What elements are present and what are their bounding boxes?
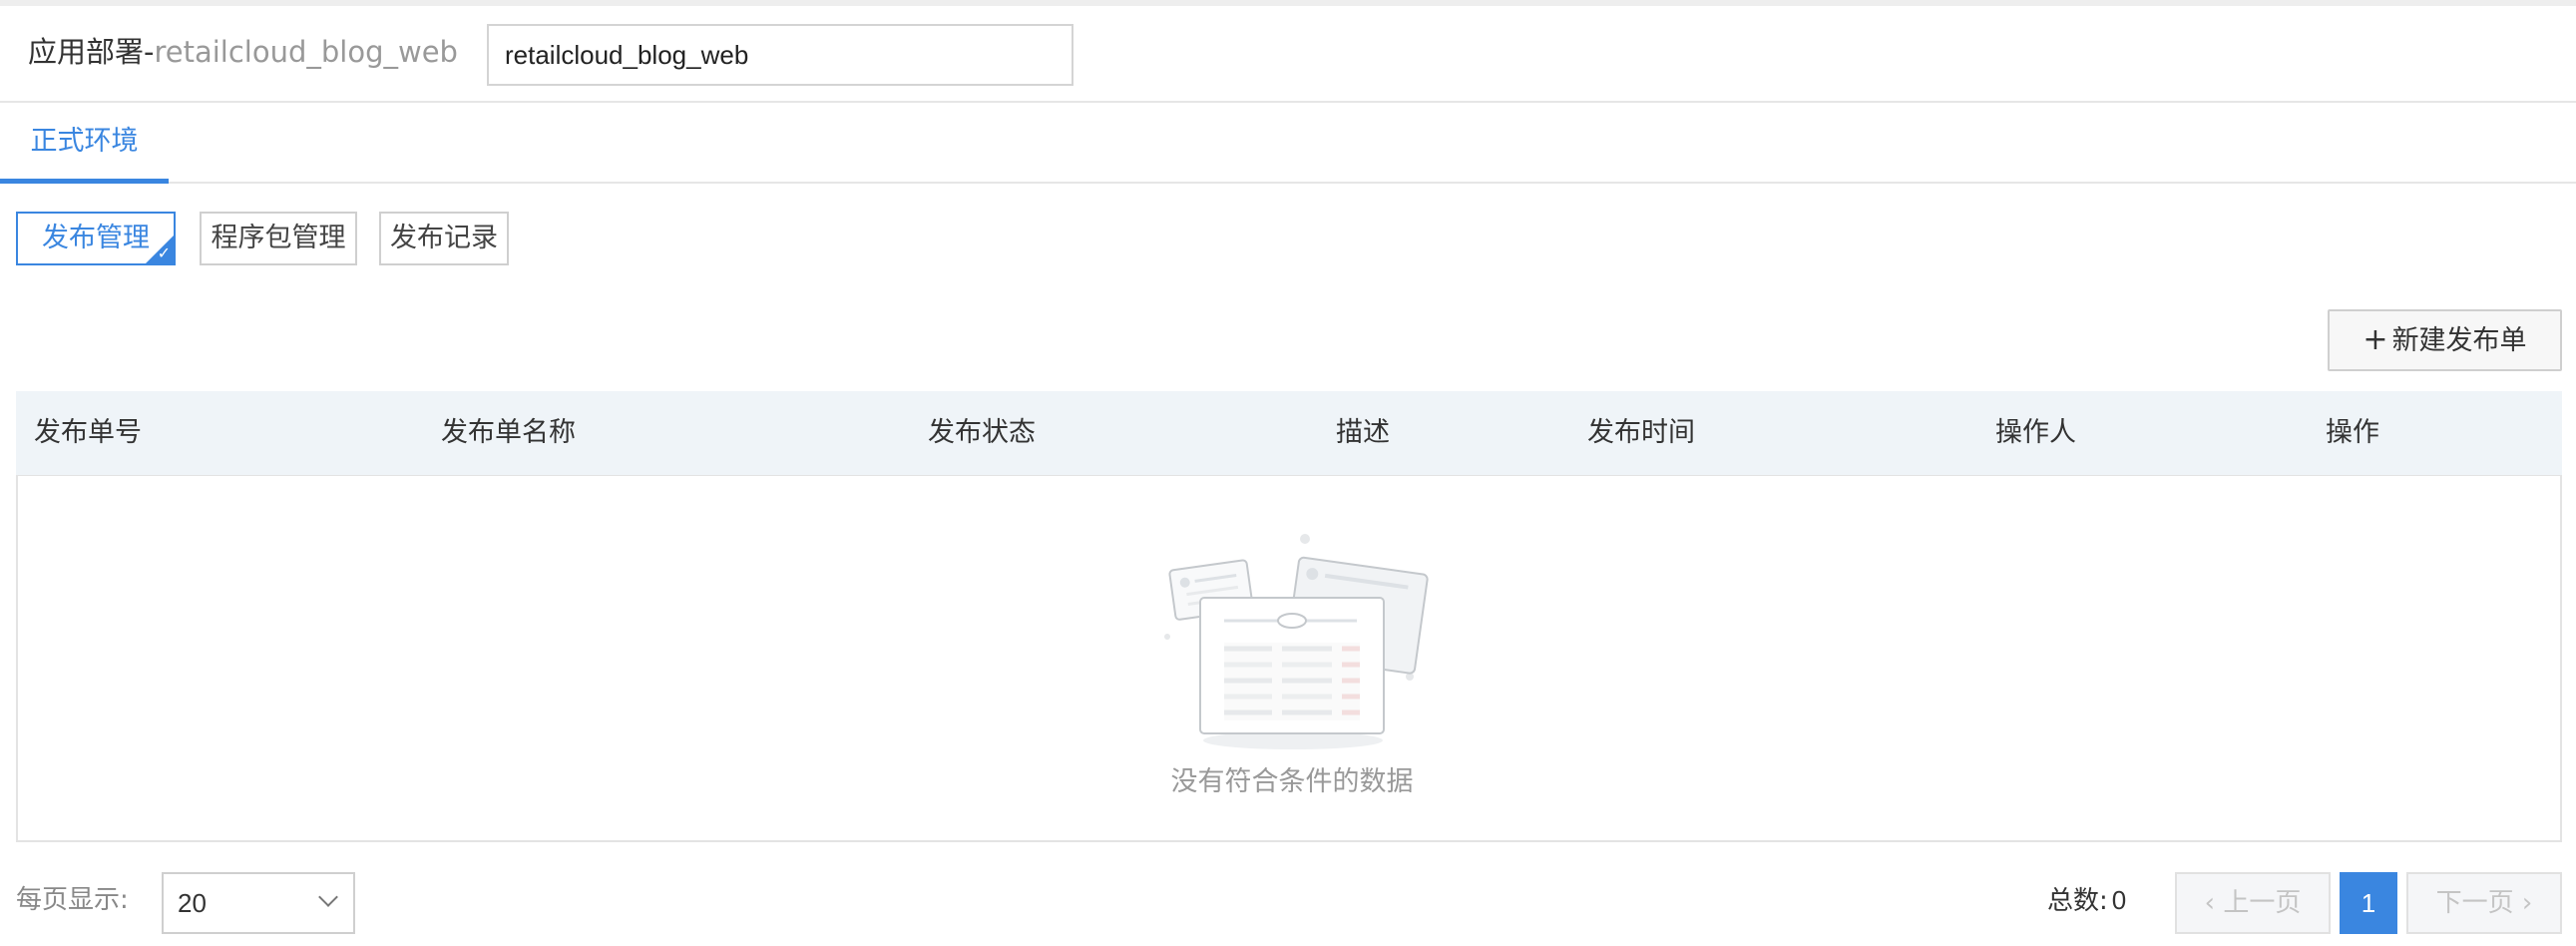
subtab-release-records[interactable]: 发布记录	[379, 212, 509, 265]
total-label: 总数:	[2047, 886, 2108, 916]
env-tabs: 正式环境	[0, 103, 2576, 184]
chevron-right-icon: ›	[2513, 888, 2533, 918]
page-size-label: 每页显示:	[16, 885, 129, 915]
total-value: 0	[2111, 885, 2127, 915]
empty-data-message: 没有符合条件的数据	[1170, 766, 1414, 797]
page-size-value: 20	[178, 888, 207, 918]
column-header-release-name: 发布单名称	[441, 417, 576, 448]
column-header-release-status: 发布状态	[928, 417, 1036, 448]
total-count: 总数: 0	[2047, 880, 2126, 921]
prev-page-label: 上一页	[2223, 888, 2302, 918]
page-size-select[interactable]: 20	[162, 872, 355, 934]
column-header-release-time: 发布时间	[1587, 417, 1695, 448]
subtab-label: 发布记录	[390, 223, 498, 253]
tab-production[interactable]: 正式环境	[0, 103, 169, 184]
empty-data-illustration-icon	[1164, 534, 1429, 749]
page-header: 应用部署-retailcloud_blog_web retailcloud_bl…	[0, 6, 2576, 103]
column-header-release-id: 发布单号	[34, 417, 142, 448]
tab-active-indicator	[0, 179, 169, 184]
plus-icon: +	[2362, 322, 2388, 357]
new-release-button[interactable]: + 新建发布单	[2328, 309, 2562, 371]
prev-page-button[interactable]: ‹ 上一页	[2175, 872, 2331, 934]
pagination-bar: 每页显示: 20 总数: 0 ‹ 上一页 1 下一页 ›	[0, 868, 2576, 938]
chevron-left-icon: ‹	[2204, 888, 2224, 918]
column-header-description: 描述	[1336, 417, 1390, 448]
page-title-prefix: 应用部署-	[28, 35, 155, 69]
next-page-button[interactable]: 下一页 ›	[2406, 872, 2562, 934]
subtab-label: 程序包管理	[211, 223, 346, 253]
page-title-app-name: retailcloud_blog_web	[154, 35, 458, 69]
subtab-label: 发布管理	[42, 223, 150, 253]
tab-production-label: 正式环境	[30, 126, 139, 157]
column-header-actions: 操作	[2326, 417, 2379, 448]
subtab-package-management[interactable]: 程序包管理	[200, 212, 357, 265]
subtab-release-management[interactable]: 发布管理 ✓	[16, 212, 176, 265]
column-header-operator: 操作人	[1995, 417, 2076, 448]
table-header: 发布单号 发布单名称 发布状态 描述 发布时间 操作人 操作	[16, 391, 2562, 475]
check-icon: ✓	[157, 243, 171, 262]
chevron-down-icon	[318, 887, 338, 907]
next-page-label: 下一页	[2435, 888, 2514, 918]
new-release-button-label: 新建发布单	[2391, 325, 2527, 356]
app-name-input[interactable]: retailcloud_blog_web	[487, 24, 1073, 86]
page-button-current[interactable]: 1	[2340, 872, 2397, 934]
page-title: 应用部署-retailcloud_blog_web	[28, 32, 458, 72]
